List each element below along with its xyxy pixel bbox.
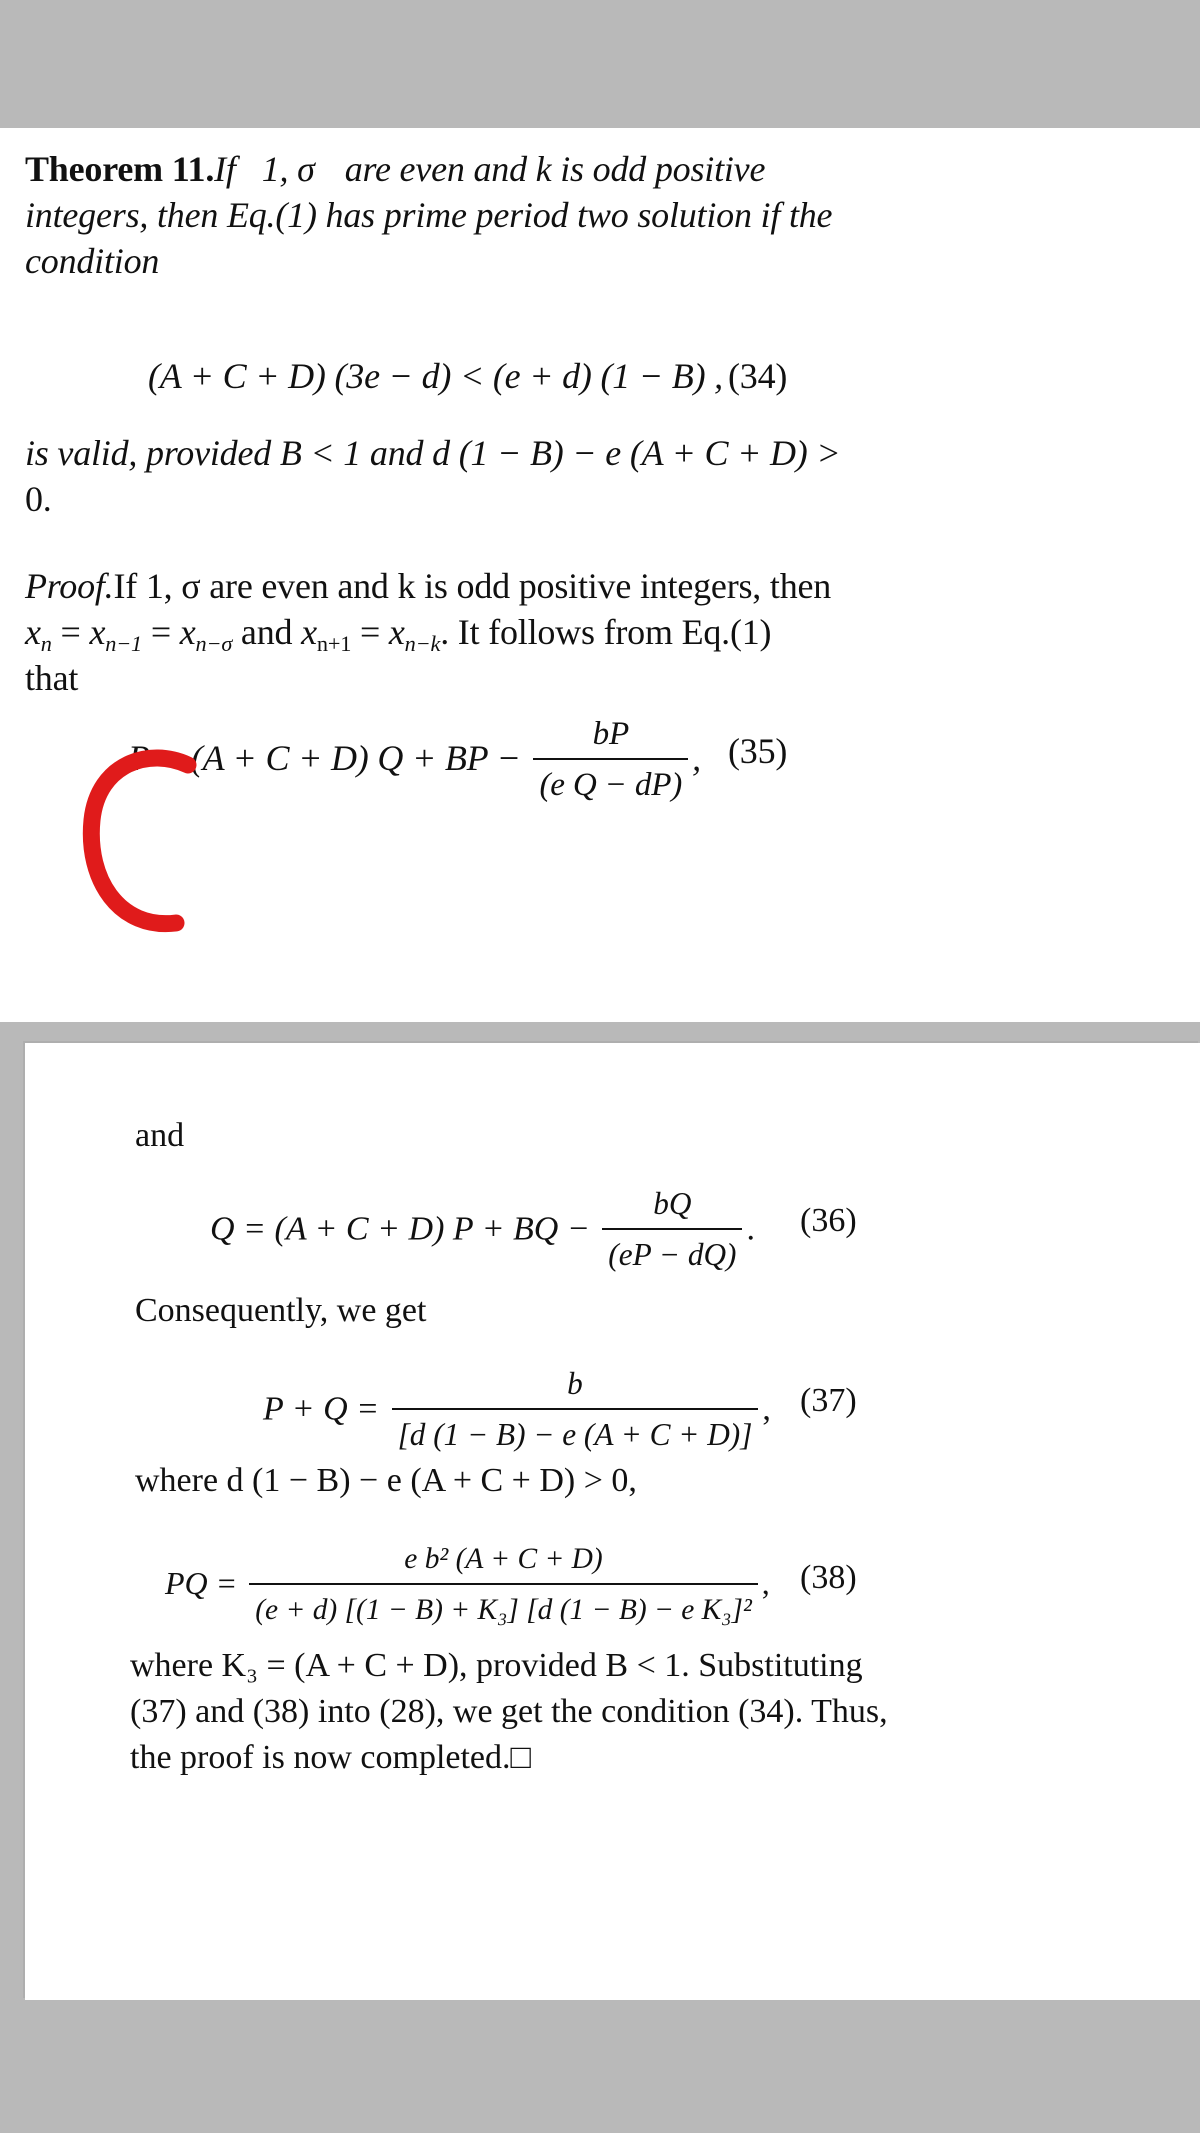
equation-34-number: (34) bbox=[728, 356, 788, 396]
equation-38-denominator: (e + d) [(1 − B) + K₃] [d (1 − B) − e K₃… bbox=[249, 1583, 758, 1633]
equation-36-numerator: bQ bbox=[653, 1186, 692, 1221]
equation-38-lhs: PQ = bbox=[165, 1564, 238, 1601]
document-page-bottom: and Q = (A + C + D) P + BQ − bQ (eP − dQ… bbox=[25, 1043, 1200, 2000]
theorem-label: Theorem 11. bbox=[25, 149, 215, 189]
equation-35-number: (35) bbox=[728, 731, 788, 771]
valid-line-1: is valid, provided B < 1 and d (1 − B) −… bbox=[25, 433, 841, 473]
equation-35-fraction: bP (e Q − dP) bbox=[533, 711, 689, 808]
equation-36-fraction: bQ (eP − dQ) bbox=[602, 1181, 743, 1278]
proof-label: Proof. bbox=[25, 566, 114, 606]
equation-35-numerator: bP bbox=[592, 715, 630, 752]
closing-line-3: the proof is now completed.□ bbox=[130, 1739, 532, 1776]
proof-line-1: If 1, σ are even and k is odd positive i… bbox=[113, 566, 832, 606]
equation-37-denominator: [d (1 − B) − e (A + C + D)] bbox=[391, 1408, 759, 1458]
consequently-text: Consequently, we get bbox=[135, 1292, 427, 1329]
equation-36-denominator: (eP − dQ) bbox=[602, 1228, 743, 1278]
equation-35-lhs: P = (A + C + D) Q + BP − bbox=[128, 737, 521, 778]
equation-38-fraction: e b² (A + C + D) (e + d) [(1 − B) + K₃] … bbox=[249, 1536, 758, 1633]
equation-38-number: (38) bbox=[800, 1559, 857, 1596]
equation-38-numerator: e b² (A + C + D) bbox=[404, 1543, 603, 1575]
equation-37-numerator: b bbox=[567, 1366, 583, 1401]
equation-37: P + Q = b [d (1 − B) − e (A + C + D)] , bbox=[263, 1363, 771, 1460]
equation-34-expression: (A + C + D) (3e − d) < (e + d) (1 − B) , bbox=[148, 356, 723, 396]
theorem-line-3: condition bbox=[25, 241, 160, 281]
equation-37-tail: , bbox=[762, 1390, 771, 1428]
equation-35-denominator: (e Q − dP) bbox=[533, 758, 689, 808]
proof-line-3: that bbox=[25, 658, 79, 698]
theorem-statement-if: If bbox=[214, 149, 236, 189]
equation-38: PQ = e b² (A + C + D) (e + d) [(1 − B) +… bbox=[165, 1538, 770, 1635]
proof-heading-line: Proof.If 1, σ are even and k is odd posi… bbox=[25, 563, 831, 609]
document-screenshot: { "meta": { "background_color": "#b9b9b9… bbox=[0, 0, 1200, 2133]
equation-37-number: (37) bbox=[800, 1382, 857, 1419]
equation-36-number: (36) bbox=[800, 1202, 857, 1239]
equation-35: P = (A + C + D) Q + BP − bP (e Q − dP) , bbox=[128, 713, 701, 810]
document-page-top: Theorem 11.If 1, σ are even and k is odd p… bbox=[0, 128, 1200, 1022]
theorem-variables: 1, σ bbox=[261, 149, 315, 189]
equation-38-tail: , bbox=[761, 1564, 770, 1601]
and-label: and bbox=[135, 1117, 185, 1154]
closing-line-2: (37) and (38) into (28), we get the cond… bbox=[130, 1693, 888, 1730]
theorem-statement-rest: are even and k is odd positive bbox=[344, 149, 766, 189]
where-condition-line: where d (1 − B) − e (A + C + D) > 0, bbox=[135, 1462, 637, 1499]
equation-36: Q = (A + C + D) P + BQ − bQ (eP − dQ) . bbox=[210, 1183, 755, 1280]
theorem-heading-line: Theorem 11.If 1, σ are even and k is odd p… bbox=[25, 146, 765, 192]
equation-36-lhs: Q = (A + C + D) P + BQ − bbox=[210, 1210, 590, 1248]
proof-line-2: xn = xn−1 = xn−σ and xn+1 = xn−k. It fol… bbox=[25, 612, 772, 657]
theorem-line-2: integers, then Eq.(1) has prime period t… bbox=[25, 195, 833, 235]
equation-37-fraction: b [d (1 − B) − e (A + C + D)] bbox=[391, 1361, 759, 1458]
closing-line-1: where K₃ = (A + C + D), provided B < 1. … bbox=[130, 1647, 863, 1684]
valid-line-2: 0. bbox=[25, 479, 52, 519]
equation-35-tail: , bbox=[692, 737, 701, 778]
equation-37-lhs: P + Q = bbox=[263, 1390, 380, 1428]
equation-36-tail: . bbox=[746, 1210, 755, 1248]
